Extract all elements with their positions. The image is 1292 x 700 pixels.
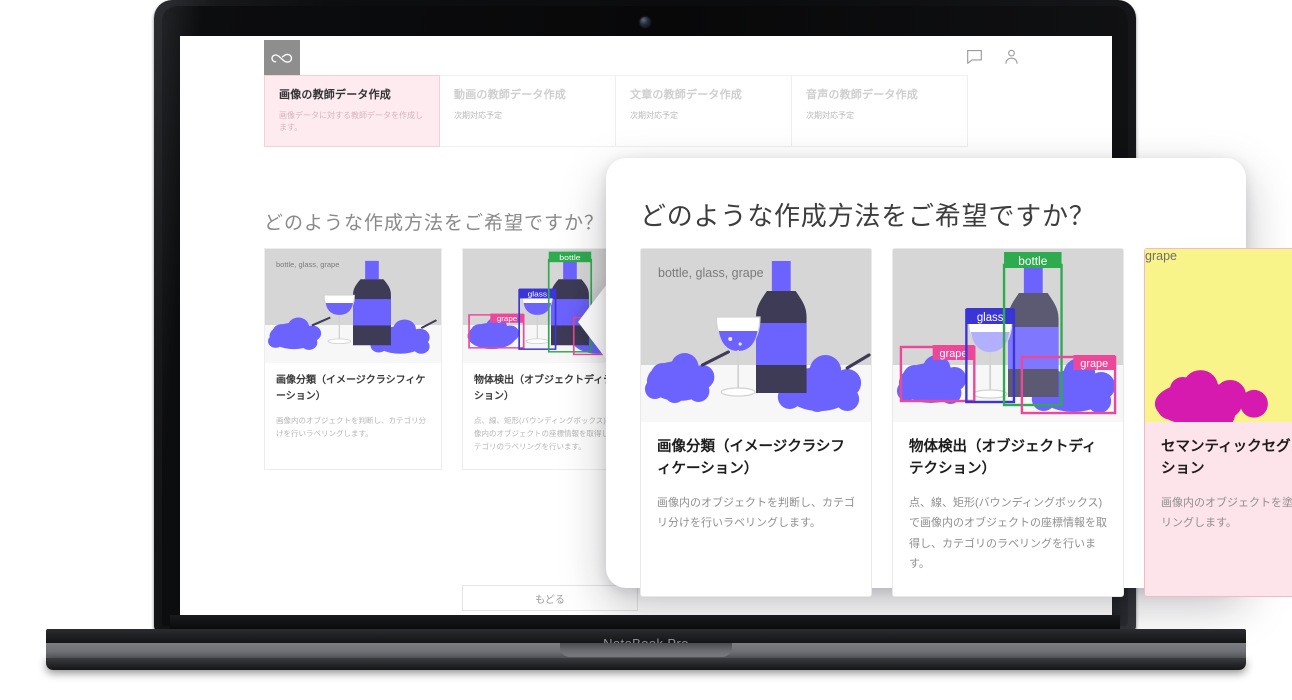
card-title: 画像分類（イメージクラシフィケーション） [657, 439, 845, 478]
tab-subtitle: 次期対応予定 [630, 111, 678, 120]
tab-title: 動画の教師データ作成 [454, 89, 566, 101]
svg-text:bottle: bottle [1018, 254, 1047, 268]
tab-text-training-data[interactable]: 文章の教師データ作成 次期対応予定 [616, 75, 792, 147]
tab-image-training-data[interactable]: 画像の教師データ作成 画像データに対する教師データを作成します。 [264, 75, 440, 147]
tab-title: 画像の教師データ作成 [279, 89, 391, 101]
tab-video-training-data[interactable]: 動画の教師データ作成 次期対応予定 [440, 75, 616, 147]
tab-subtitle: 画像データに対する教師データを作成します。 [279, 111, 423, 132]
svg-text:grape: grape [497, 314, 517, 322]
tab-title: 音声の教師データ作成 [806, 89, 918, 101]
card-image-classification[interactable]: bottle, glass, grape 画像分類（イメージクラシフィケーション… [264, 248, 442, 471]
card-thumbnail: grape glass bottle grape [893, 249, 1123, 422]
still-life-art [644, 261, 871, 412]
card-description: 点、線、矩形(バウンディングボックス)で画像内のオブジェクトの座標情報を取得し、… [474, 416, 624, 452]
screenshot-stage: 画像の教師データ作成 画像データに対する教師データを作成します。 動画の教師デー… [0, 0, 1292, 700]
overlay-title: どのような作成方法をご希望ですか？ [640, 201, 1096, 231]
overlay-card-object-detection[interactable]: grape glass bottle grape 物体検出（オブジェクトディテク… [892, 248, 1124, 598]
back-button[interactable]: もどる [462, 585, 638, 611]
still-life-art [268, 260, 438, 354]
laptop-base-front [46, 658, 1246, 670]
card-thumbnail: grape [1145, 249, 1292, 422]
card-body: 画像分類（イメージクラシフィケーション） 画像内のオブジェクトを判断し、カテゴリ… [265, 363, 441, 456]
thumb-caption: grape [1145, 249, 1177, 263]
card-body: セマンティックセグメンテーション 画像内のオブジェクトを塗り分けてラベリングしま… [1145, 422, 1292, 556]
svg-text:glass: glass [528, 290, 548, 298]
overlay-card-semantic-segmentation[interactable]: grape セマンティックセグメンテーション 画像内のオブジェクトを塗り分けてラ… [1144, 248, 1292, 598]
still-life-art-with-boxes: grape glass bottle grape [896, 252, 1117, 415]
overlay-card-image-classification[interactable]: bottle, glass, grape 画像分類（イメージクラシフィケーション… [640, 248, 872, 598]
account-icon[interactable] [1003, 48, 1020, 65]
tab-title: 文章の教師データ作成 [630, 89, 742, 101]
tab-audio-training-data[interactable]: 音声の教師データ作成 次期対応予定 [792, 75, 968, 147]
wine-still-life-classification-illustration: bottle, glass, grape [641, 249, 871, 422]
svg-text:grape: grape [1080, 358, 1108, 370]
wine-still-life-detection-illustration: grape glass bottle grape [893, 249, 1123, 422]
grape-semantic-segmentation-illustration: grape [1145, 249, 1292, 422]
card-body: 画像分類（イメージクラシフィケーション） 画像内のオブジェクトを判断し、カテゴリ… [641, 422, 871, 556]
card-title: 画像分類（イメージクラシフィケーション） [276, 375, 426, 402]
svg-text:bottle: bottle [559, 254, 581, 262]
overlay-card-grid: bottle, glass, grape 画像分類（イメージクラシフィケーション… [640, 248, 1292, 598]
laptop-base-notch [560, 643, 732, 657]
card-description: 点、線、矩形(バウンディングボックス)で画像内のオブジェクトの座標情報を取得し、… [909, 496, 1107, 570]
svg-text:glass: glass [977, 312, 1004, 324]
card-title: 物体検出（オブジェクトディテクション） [909, 439, 1097, 478]
chat-icon[interactable] [966, 48, 983, 65]
tab-subtitle: 次期対応予定 [454, 111, 502, 120]
card-description: 画像内のオブジェクトを判断し、カテゴリ分けを行いラベリングします。 [276, 416, 426, 439]
app-logo[interactable] [264, 40, 300, 75]
page-title: どのような作成方法をご希望ですか？ [264, 213, 605, 234]
card-description: 画像内のオブジェクトを塗り分けてラベリングします。 [1161, 496, 1292, 530]
header-icons [966, 48, 1020, 65]
tab-subtitle: 次期対応予定 [806, 111, 854, 120]
segmentation-mask-art [1154, 370, 1268, 422]
card-title: 物体検出（オブジェクトディテクション） [474, 375, 624, 402]
card-description: 画像内のオブジェクトを判断し、カテゴリ分けを行いラベリングします。 [657, 496, 855, 530]
wine-still-life-classification-illustration: bottle, glass, grape [265, 249, 441, 363]
mode-tabs: 画像の教師データ作成 画像データに対する教師データを作成します。 動画の教師デー… [264, 75, 968, 147]
card-thumbnail: bottle, glass, grape [641, 249, 871, 422]
laptop-chin [170, 615, 1120, 629]
card-thumbnail: bottle, glass, grape [265, 249, 441, 363]
camera-dot-icon [640, 17, 650, 27]
card-body: 物体検出（オブジェクトディテクション） 点、線、矩形(バウンディングボックス)で… [893, 422, 1123, 596]
card-title: セマンティックセグメンテーション [1161, 439, 1292, 478]
svg-text:grape: grape [940, 348, 968, 360]
infinity-logo-icon [271, 53, 293, 63]
